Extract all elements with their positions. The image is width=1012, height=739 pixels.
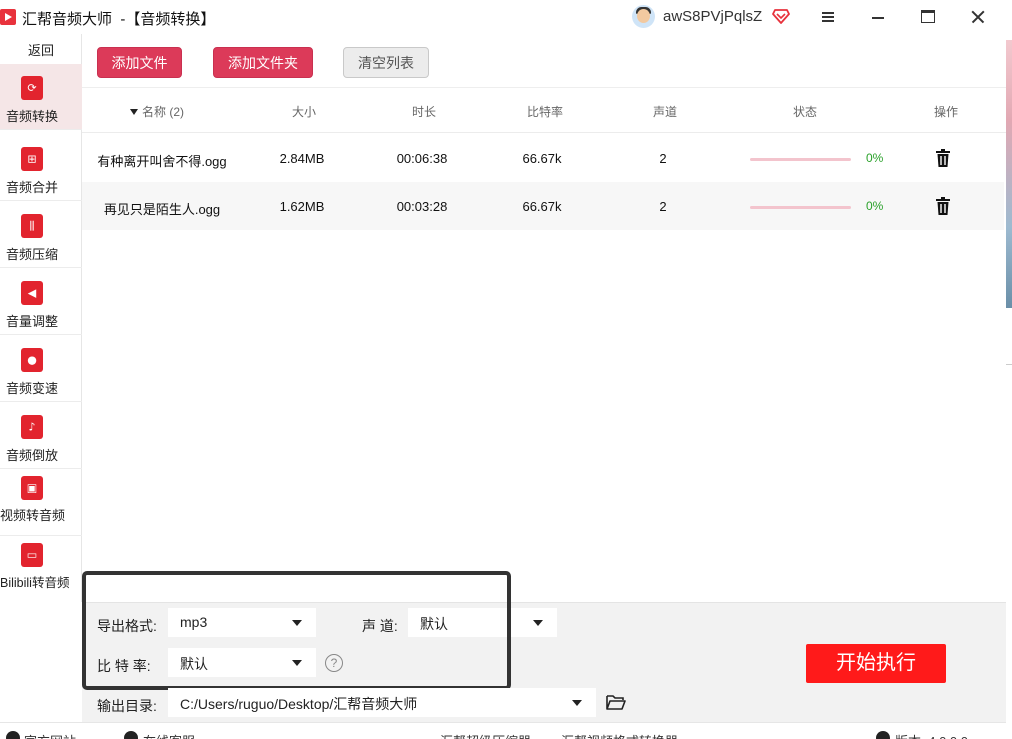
music-note-icon: ♪ (21, 415, 43, 439)
video-converter-link[interactable]: 汇帮视频格式转换器 (561, 731, 678, 739)
sidebar-item-volume-adjust[interactable]: ◀ 音量调整 (0, 269, 82, 335)
file-size: 1.62MB (279, 199, 325, 214)
microphone-icon: ● (21, 348, 43, 372)
format-select[interactable]: mp3 (168, 608, 316, 637)
volume-adjust-icon: ◀ (21, 281, 43, 305)
output-dir-value: C:/Users/ruguo/Desktop/汇帮音频大师 (180, 696, 418, 712)
output-dir-label: 输出目录: (97, 698, 157, 714)
chevron-down-icon (292, 660, 302, 666)
bitrate-select[interactable]: 默认 (168, 648, 316, 677)
user-avatar[interactable] (632, 5, 655, 28)
bitrate-label: 比 特 率: (97, 658, 151, 674)
headset-icon (124, 731, 138, 739)
add-file-button[interactable]: 添加文件 (97, 47, 182, 78)
sidebar-item-video-to-audio[interactable]: ▣ 视频转音频 (0, 470, 82, 536)
table-row[interactable]: 有种离开叫舍不得.ogg 2.84MB 00:06:38 66.67k 2 0% (82, 134, 1004, 182)
sidebar-item-audio-reverse[interactable]: ♪ 音频倒放 (0, 403, 82, 469)
output-dir-select[interactable]: C:/Users/ruguo/Desktop/汇帮音频大师 (168, 688, 596, 717)
file-bitrate: 66.67k (522, 199, 562, 214)
title-bar: 汇帮音频大师 -【音频转换】 awS8PVjPqlsZ (0, 0, 1006, 34)
sidebar: 返回 ⟳ 音频转换 ⊞ 音频合并 ⫼ 音频压缩 ◀ 音量调整 ● 音频变速 ♪ … (0, 34, 82, 602)
home-icon (6, 731, 20, 739)
delete-trash-icon[interactable] (935, 149, 951, 167)
sidebar-item-audio-compress[interactable]: ⫼ 音频压缩 (0, 202, 82, 268)
file-table: 名称 (2) 大小 时长 比特率 声道 状态 操作 有种离开叫舍不得.ogg 2… (82, 88, 1006, 602)
progress-bar (750, 206, 851, 209)
progress-percent: 0% (866, 199, 884, 213)
vip-diamond-icon[interactable] (772, 7, 790, 25)
format-value: mp3 (180, 614, 208, 630)
column-header-status: 状态 (792, 105, 818, 119)
sidebar-item-audio-speed[interactable]: ● 音频变速 (0, 336, 82, 402)
close-icon[interactable] (966, 5, 990, 29)
file-name: 有种离开叫舍不得.ogg (97, 154, 227, 169)
refresh-icon[interactable] (876, 731, 890, 739)
background-window-edge (1006, 0, 1012, 739)
column-header-bitrate: 比特率 (526, 105, 564, 119)
folder-open-icon[interactable] (606, 694, 626, 710)
sidebar-item-bilibili-to-audio[interactable]: ▭ Bilibili转音频 (0, 537, 82, 603)
channel-select[interactable]: 默认 (408, 608, 557, 637)
file-channels: 2 (659, 199, 667, 214)
bitrate-value: 默认 (180, 656, 208, 672)
user-name[interactable]: awS8PVjPqlsZ (663, 8, 762, 25)
table-header: 名称 (2) 大小 时长 比特率 声道 状态 操作 (82, 88, 1006, 133)
file-size: 2.84MB (279, 151, 325, 166)
chevron-down-icon (292, 620, 302, 626)
minimize-icon[interactable] (866, 5, 890, 29)
table-row[interactable]: 再见只是陌生人.ogg 1.62MB 00:03:28 66.67k 2 0% (82, 182, 1004, 230)
settings-panel: 导出格式: mp3 声 道: 默认 比 特 率: 默认 ? 输出目录: C:/U… (82, 571, 1006, 722)
app-logo-icon (0, 9, 16, 25)
start-button[interactable]: 开始执行 (806, 644, 946, 683)
file-bitrate: 66.67k (522, 151, 562, 166)
sidebar-item-audio-merge[interactable]: ⊞ 音频合并 (0, 135, 82, 201)
column-header-action: 操作 (933, 105, 959, 119)
footer: 官方网站 在线客服 汇帮超级压缩器 汇帮视频格式转换器 版本: 4.0.0.0 (0, 722, 1006, 739)
column-header-channels: 声道 (652, 105, 678, 119)
progress-bar (750, 158, 851, 161)
add-folder-button[interactable]: 添加文件夹 (213, 47, 313, 78)
help-icon[interactable]: ? (325, 654, 343, 672)
compressor-link[interactable]: 汇帮超级压缩器 (440, 731, 531, 739)
toolbar: 添加文件 添加文件夹 清空列表 (82, 34, 1006, 88)
sidebar-item-label: 音频压缩 (6, 247, 59, 262)
column-header-duration: 时长 (411, 105, 437, 119)
progress-percent: 0% (866, 151, 884, 165)
sidebar-item-label: 音量调整 (6, 314, 59, 329)
website-link[interactable]: 官方网站 (24, 731, 76, 739)
audio-convert-icon: ⟳ (21, 76, 43, 100)
maximize-icon[interactable] (916, 5, 940, 29)
delete-trash-icon[interactable] (935, 197, 951, 215)
version-text: 版本: 4.0.0.0 (895, 731, 968, 739)
chevron-down-icon (533, 620, 543, 626)
window-title: 汇帮音频大师 -【音频转换】 (22, 11, 216, 28)
channel-label: 声 道: (362, 618, 398, 634)
sidebar-item-label: 音频合并 (6, 180, 59, 195)
sidebar-item-label: 音频变速 (6, 381, 59, 396)
audio-compress-icon: ⫼ (21, 214, 43, 238)
chevron-down-icon (572, 700, 582, 706)
clear-list-button[interactable]: 清空列表 (343, 47, 429, 78)
film-icon: ▣ (21, 476, 43, 500)
sort-descending-icon[interactable] (129, 109, 138, 115)
sidebar-item-label: 视频转音频 (0, 508, 66, 523)
file-duration: 00:06:38 (396, 151, 448, 166)
audio-merge-icon: ⊞ (21, 147, 43, 171)
sidebar-item-label: 音频转换 (6, 109, 59, 124)
hamburger-menu-icon[interactable] (816, 5, 840, 29)
column-header-size: 大小 (291, 105, 317, 119)
file-name: 再见只是陌生人.ogg (103, 202, 221, 217)
format-label: 导出格式: (97, 618, 157, 634)
column-header-name[interactable]: 名称 (2) (129, 103, 184, 120)
file-channels: 2 (659, 151, 667, 166)
tv-icon: ▭ (21, 543, 43, 567)
sidebar-item-audio-convert[interactable]: ⟳ 音频转换 (0, 64, 82, 130)
sidebar-item-label: 音频倒放 (6, 448, 59, 463)
sidebar-item-label: Bilibili转音频 (0, 576, 70, 590)
back-link[interactable]: 返回 (0, 34, 82, 64)
channel-value: 默认 (420, 616, 448, 632)
support-link[interactable]: 在线客服 (143, 731, 195, 739)
file-duration: 00:03:28 (396, 199, 448, 214)
